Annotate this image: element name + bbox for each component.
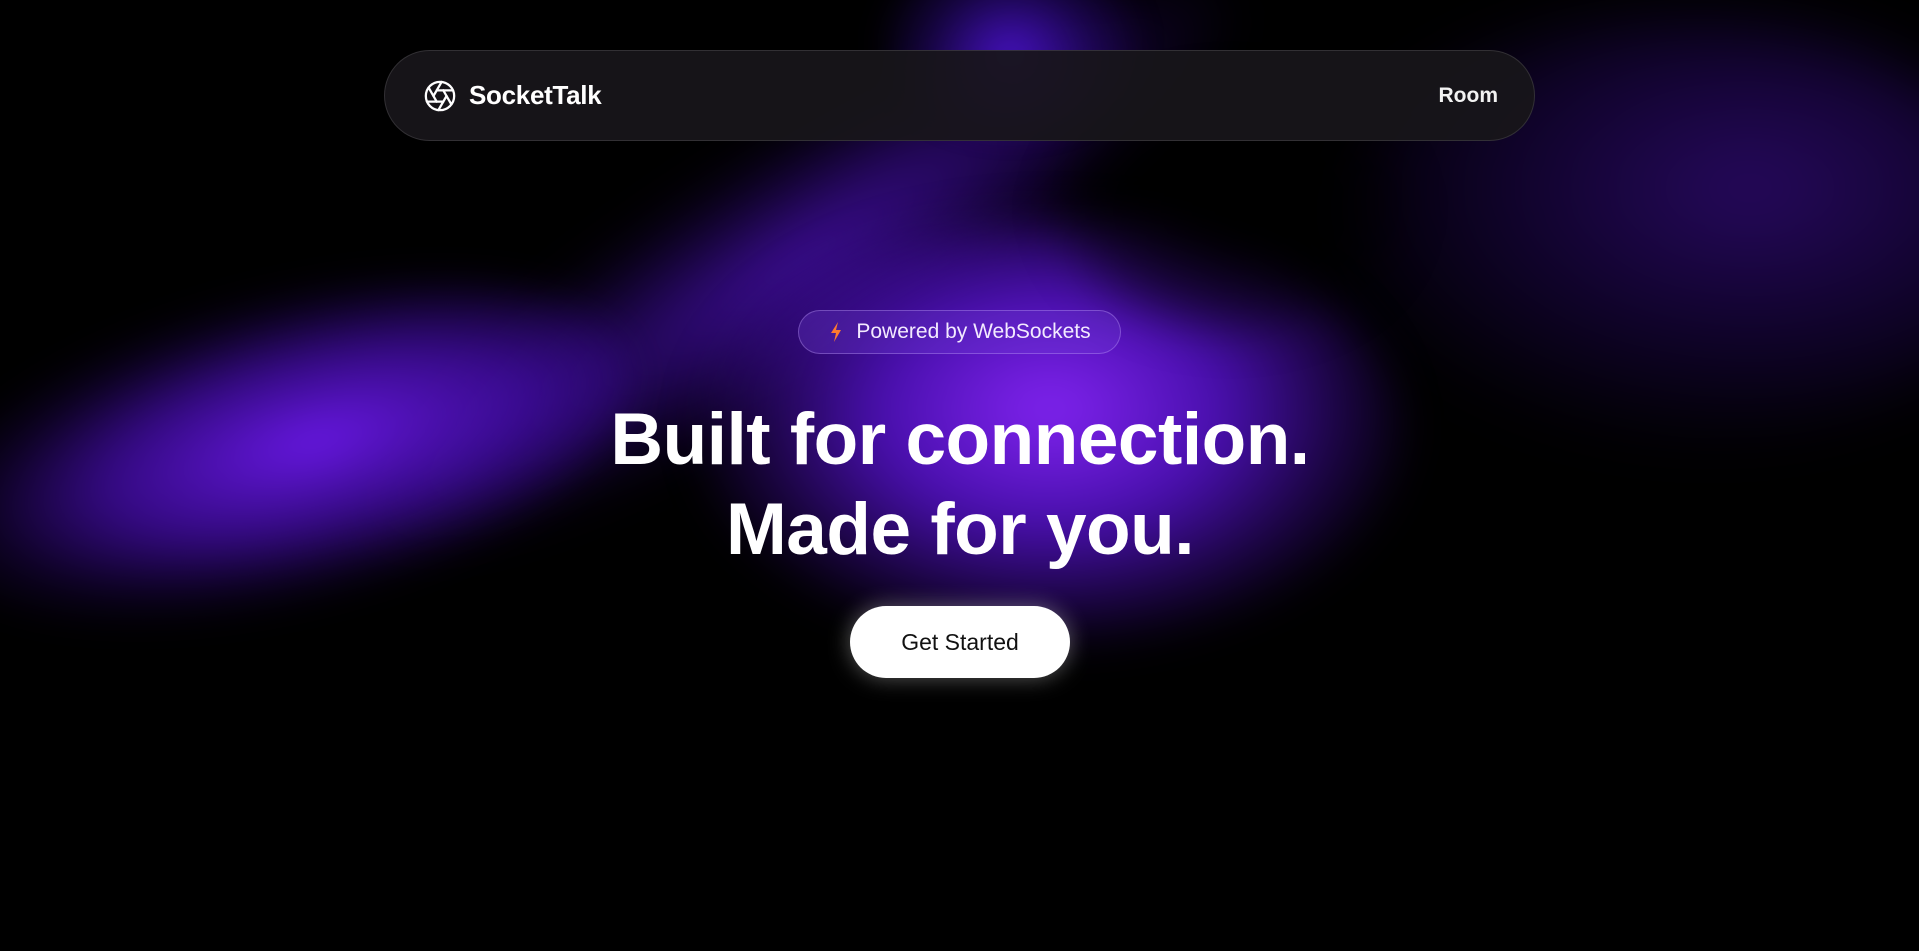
landing-page: SocketTalk Room Powered by WebSockets Bu… [0,0,1919,951]
navbar: SocketTalk Room [384,50,1535,141]
brand-name: SocketTalk [469,80,602,110]
hero-headline: Built for connection. Made for you. [460,395,1460,575]
headline-line-2: Made for you. [725,489,1195,570]
powered-by-badge: Powered by WebSockets [798,310,1121,354]
get-started-button[interactable]: Get Started [850,606,1070,678]
nav-link-room[interactable]: Room [1439,84,1499,108]
badge-text: Powered by WebSockets [856,320,1091,343]
headline-line-1: Built for connection. [610,399,1310,480]
aperture-icon [424,80,456,111]
brand-link[interactable]: SocketTalk [423,79,602,113]
lightning-bolt-icon [831,322,842,342]
